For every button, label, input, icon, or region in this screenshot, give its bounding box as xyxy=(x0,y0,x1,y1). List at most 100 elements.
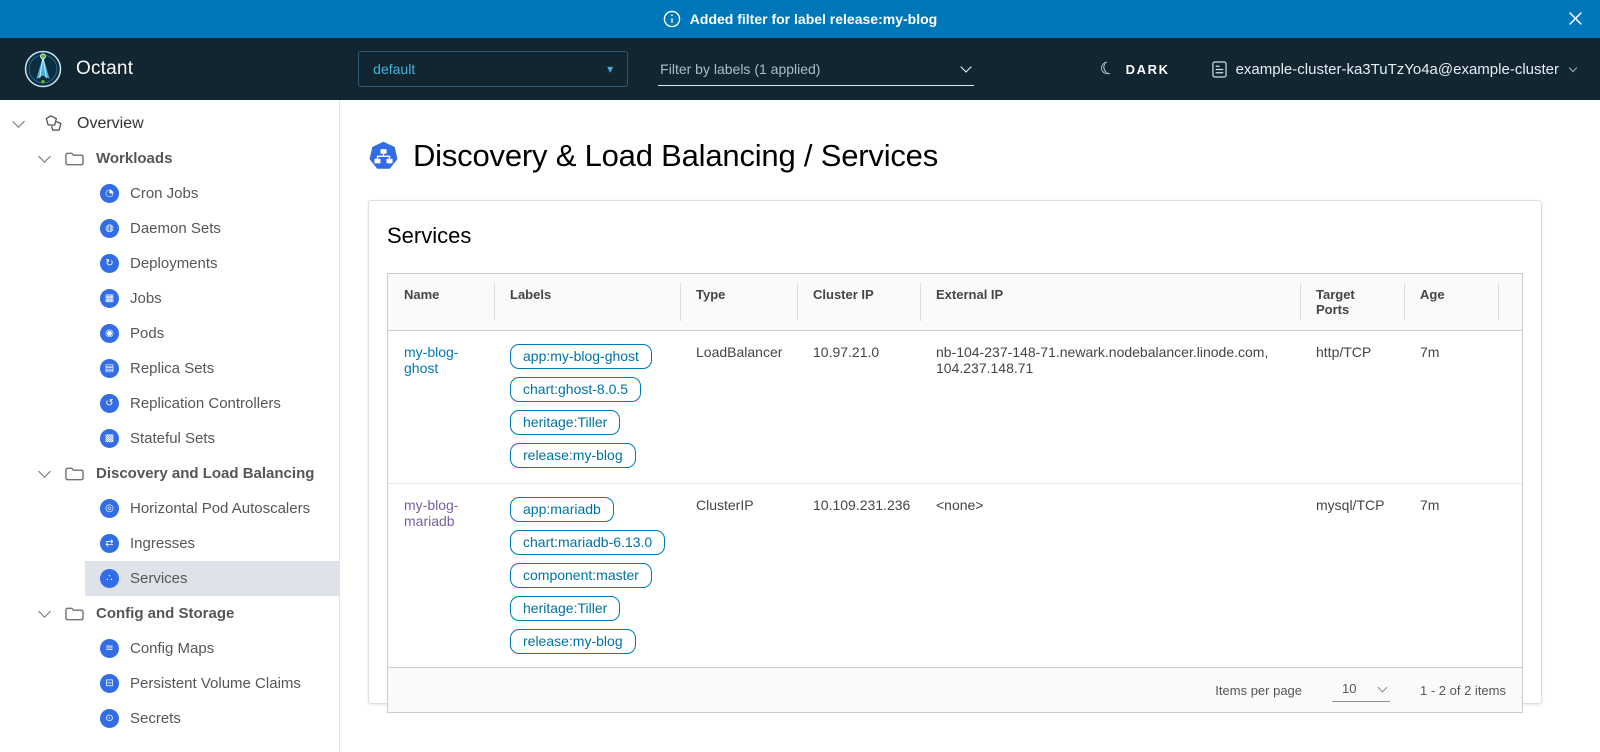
service-name-link[interactable]: my-blog-mariadb xyxy=(404,497,458,529)
notification-bar: Added filter for label release:my-blog xyxy=(0,0,1600,38)
column-header-name: Name xyxy=(388,274,494,331)
sidebar-item-ingresses[interactable]: ⇄ Ingresses xyxy=(85,526,339,561)
replication-controllers-icon: ↺ xyxy=(100,394,119,413)
dropdown-caret-icon: ▾ xyxy=(607,62,613,76)
sidebar-item-jobs[interactable]: ▦ Jobs xyxy=(85,281,339,316)
overview-icon xyxy=(43,114,64,133)
brand: Octant xyxy=(24,50,133,88)
sidebar-item-replica-sets[interactable]: ▤ Replica Sets xyxy=(85,351,339,386)
namespace-dropdown[interactable]: default ▾ xyxy=(358,51,628,87)
main-content: Discovery & Load Balancing / Services Se… xyxy=(340,100,1600,752)
sidebar-item-cron-jobs[interactable]: ◔ Cron Jobs xyxy=(85,176,339,211)
sidebar-group-label: Config and Storage xyxy=(96,605,234,622)
pagination-range: 1 - 2 of 2 items xyxy=(1420,683,1506,698)
sidebar-item-label: Horizontal Pod Autoscalers xyxy=(130,500,310,517)
cell-target-ports: mysql/TCP xyxy=(1300,484,1404,668)
sidebar-item-label: Jobs xyxy=(130,290,162,307)
table-row: my-blog-mariadb app:mariadb chart:mariad… xyxy=(388,484,1522,668)
label-filter-dropdown[interactable]: Filter by labels (1 applied) xyxy=(658,52,974,86)
datagrid-footer: Items per page 10 1 - 2 of 2 items xyxy=(388,667,1522,712)
sidebar-group-config-storage[interactable]: Config and Storage xyxy=(0,596,339,631)
stateful-sets-icon: ▩ xyxy=(100,429,119,448)
cell-cluster-ip: 10.97.21.0 xyxy=(797,331,920,484)
sidebar-item-label: Services xyxy=(130,570,188,587)
services-icon: ∴ xyxy=(100,569,119,588)
label-filter-text: Filter by labels (1 applied) xyxy=(660,61,820,77)
sidebar-item-pods[interactable]: ◉ Pods xyxy=(85,316,339,351)
cell-external-ip: nb-104-237-148-71.newark.nodebalancer.li… xyxy=(920,331,1300,484)
column-header-type: Type xyxy=(680,274,797,331)
theme-toggle-label: DARK xyxy=(1126,62,1170,77)
cell-name: my-blog-ghost xyxy=(388,331,494,484)
page-title-row: Discovery & Load Balancing / Services xyxy=(368,138,1542,174)
sidebar-item-config-maps[interactable]: ≡ Config Maps xyxy=(85,631,339,666)
horizontal-pod-autoscalers-icon: ◎ xyxy=(100,499,119,518)
cluster-icon xyxy=(1212,61,1227,78)
sidebar-item-overview[interactable]: Overview xyxy=(0,106,339,141)
sidebar-item-deployments[interactable]: ↻ Deployments xyxy=(85,246,339,281)
items-per-page-select[interactable]: 10 xyxy=(1332,678,1390,702)
info-icon xyxy=(663,10,681,28)
items-per-page-label: Items per page xyxy=(1215,683,1302,698)
caret-down-icon[interactable] xyxy=(38,465,51,478)
cell-labels: app:mariadb chart:mariadb-6.13.0 compone… xyxy=(494,484,680,668)
notification-message: Added filter for label release:my-blog xyxy=(690,11,937,27)
octant-logo-icon xyxy=(24,50,62,88)
folder-icon xyxy=(65,151,84,167)
sidebar-item-stateful-sets[interactable]: ▩ Stateful Sets xyxy=(85,421,339,456)
cell-filler xyxy=(1498,331,1522,484)
services-table: Name Labels Type Cluster IP External IP … xyxy=(388,274,1522,667)
label-badge[interactable]: component:master xyxy=(510,563,652,588)
app-header: Octant default ▾ Filter by labels (1 app… xyxy=(0,38,1600,100)
caret-down-icon[interactable] xyxy=(38,150,51,163)
jobs-icon: ▦ xyxy=(100,289,119,308)
app-title: Octant xyxy=(76,58,133,80)
secrets-icon: ⊙ xyxy=(100,709,119,728)
cell-age: 7m xyxy=(1404,331,1498,484)
sidebar-item-label: Pods xyxy=(130,325,164,342)
chevron-down-icon xyxy=(961,61,972,72)
theme-toggle-button[interactable]: ☾ DARK xyxy=(1100,59,1170,79)
label-badge[interactable]: heritage:Tiller xyxy=(510,410,620,435)
sidebar-group-discovery-load-balancing[interactable]: Discovery and Load Balancing xyxy=(0,456,339,491)
caret-down-icon[interactable] xyxy=(38,605,51,618)
card-title: Services xyxy=(387,223,1523,249)
cell-filler xyxy=(1498,484,1522,668)
sidebar-item-services[interactable]: ∴ Services xyxy=(85,561,339,596)
replica-sets-icon: ▤ xyxy=(100,359,119,378)
items-per-page-value: 10 xyxy=(1342,681,1356,696)
folder-icon xyxy=(65,466,84,482)
sidebar-item-replication-controllers[interactable]: ↺ Replication Controllers xyxy=(85,386,339,421)
label-badge[interactable]: heritage:Tiller xyxy=(510,596,620,621)
sidebar-item-label: Deployments xyxy=(130,255,218,272)
cell-target-ports: http/TCP xyxy=(1300,331,1404,484)
sidebar-item-persistent-volume-claims[interactable]: ⊟ Persistent Volume Claims xyxy=(85,666,339,701)
page-title: Discovery & Load Balancing / Services xyxy=(413,138,938,174)
sidebar-item-label: Ingresses xyxy=(130,535,195,552)
cluster-context-text: example-cluster-ka3TuTzYo4a@example-clus… xyxy=(1236,61,1559,78)
sidebar-item-label: Stateful Sets xyxy=(130,430,215,447)
label-badge[interactable]: app:my-blog-ghost xyxy=(510,344,652,369)
sidebar-item-label: Overview xyxy=(77,115,144,133)
sidebar-item-daemon-sets[interactable]: ◍ Daemon Sets xyxy=(85,211,339,246)
sidebar-group-workloads[interactable]: Workloads xyxy=(0,141,339,176)
service-name-link[interactable]: my-blog-ghost xyxy=(404,344,458,376)
caret-down-icon[interactable] xyxy=(12,115,25,128)
label-badge[interactable]: release:my-blog xyxy=(510,443,636,468)
sidebar-item-secrets[interactable]: ⊙ Secrets xyxy=(85,701,339,736)
label-badge[interactable]: chart:mariadb-6.13.0 xyxy=(510,530,665,555)
column-header-external-ip: External IP xyxy=(920,274,1300,331)
sidebar-group-label: Discovery and Load Balancing xyxy=(96,465,314,482)
sidebar-item-label: Secrets xyxy=(130,710,181,727)
close-icon[interactable] xyxy=(1567,10,1584,27)
label-badge[interactable]: chart:ghost-8.0.5 xyxy=(510,377,641,402)
cron-jobs-icon: ◔ xyxy=(100,184,119,203)
cell-age: 7m xyxy=(1404,484,1498,668)
sidebar-item-horizontal-pod-autoscalers[interactable]: ◎ Horizontal Pod Autoscalers xyxy=(85,491,339,526)
label-badge[interactable]: app:mariadb xyxy=(510,497,614,522)
cluster-context-selector[interactable]: example-cluster-ka3TuTzYo4a@example-clus… xyxy=(1212,61,1576,78)
cell-name: my-blog-mariadb xyxy=(388,484,494,668)
label-badge[interactable]: release:my-blog xyxy=(510,629,636,654)
column-header-target-ports: Target Ports xyxy=(1300,274,1404,331)
folder-icon xyxy=(65,606,84,622)
